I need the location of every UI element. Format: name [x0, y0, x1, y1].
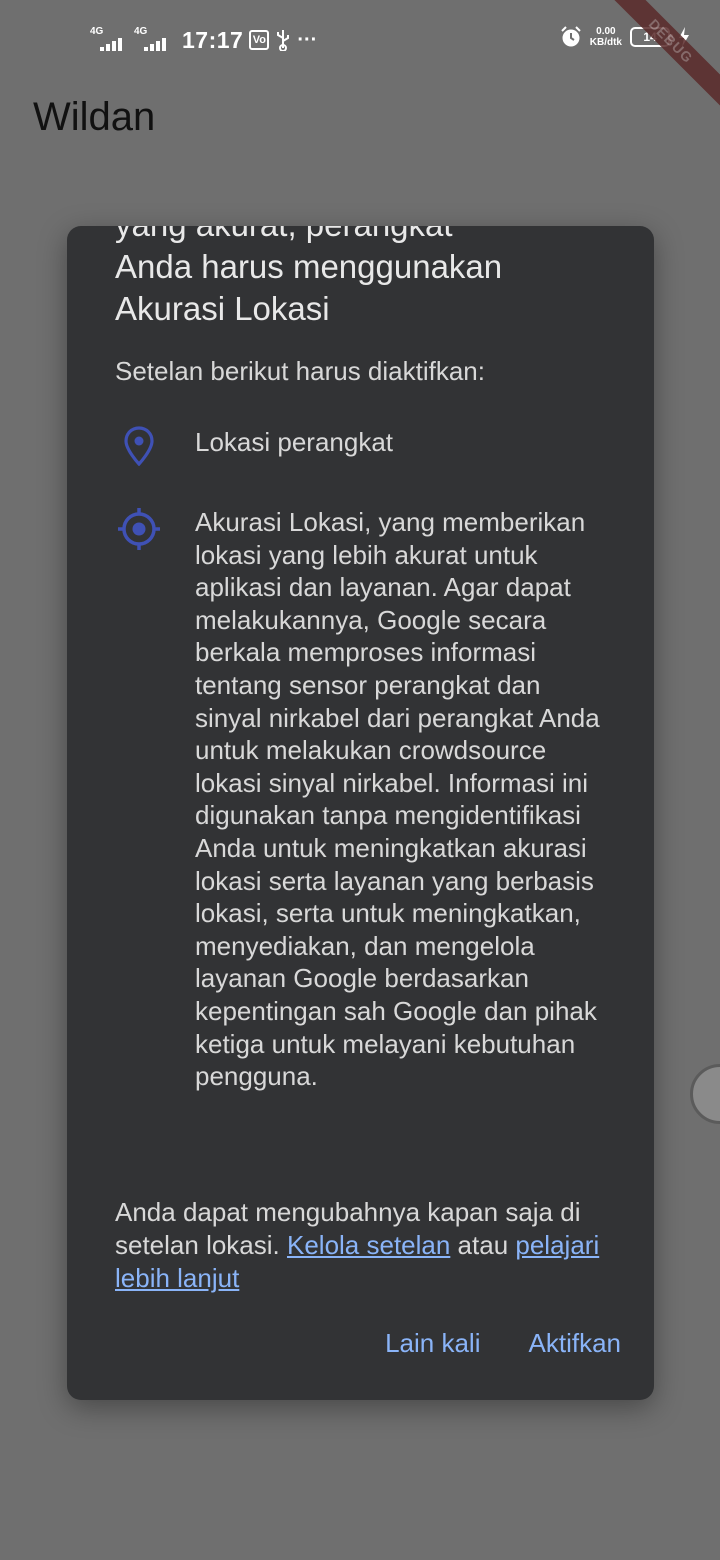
more-notifications-icon: ··· — [297, 28, 318, 51]
dialog-subtitle: Setelan berikut harus diaktifkan: — [115, 356, 485, 386]
signal-strength-2-icon: 4G — [134, 27, 172, 53]
gps-target-icon — [115, 506, 163, 554]
setting-item-label: Lokasi perangkat — [195, 427, 394, 457]
floating-assistant-bubble[interactable] — [690, 1064, 720, 1124]
dialog-actions: Lain kali Aktifkan — [385, 1328, 621, 1359]
clock: 17:17 — [182, 26, 244, 53]
status-bar: 4G 4G 17:17 Vo ··· 0.00 KB/dtk 14 — [0, 0, 720, 80]
notification-app-icon: Vo — [249, 30, 270, 50]
dialog-footer-text: Anda dapat mengubahnya kapan saja di set… — [115, 1196, 615, 1295]
network-speed-unit: KB/dtk — [589, 37, 622, 48]
network-speed: 0.00 KB/dtk — [590, 26, 622, 48]
setting-item-description: Akurasi Lokasi, yang memberikan lokasi y… — [195, 507, 600, 1092]
network-type-2: 4G — [134, 26, 148, 37]
setting-item-device-location: Lokasi perangkat — [115, 426, 393, 474]
network-speed-value: 0.00 — [596, 26, 616, 37]
footer-text-part-2: atau — [450, 1230, 516, 1260]
dialog-title-line-3: Akurasi Lokasi — [115, 290, 330, 327]
dialog-title: yang akurat, perangkat Anda harus menggu… — [115, 226, 615, 330]
app-title: Wildan — [33, 95, 156, 139]
later-button[interactable]: Lain kali — [385, 1328, 480, 1359]
setting-item-location-accuracy: Akurasi Lokasi, yang memberikan lokasi y… — [115, 506, 600, 1091]
dialog-title-line-1: yang akurat, perangkat — [115, 226, 615, 246]
location-accuracy-dialog: yang akurat, perangkat Anda harus menggu… — [67, 226, 654, 1400]
screen: 4G 4G 17:17 Vo ··· 0.00 KB/dtk 14 DEBUG … — [0, 0, 720, 1560]
dialog-title-line-2: Anda harus menggunakan — [115, 248, 503, 285]
status-bar-left: 4G 4G 17:17 Vo ··· — [90, 24, 317, 56]
network-type-1: 4G — [90, 26, 104, 37]
alarm-icon — [560, 26, 582, 48]
enable-button[interactable]: Aktifkan — [529, 1328, 622, 1359]
signal-strength-1-icon: 4G — [90, 27, 128, 53]
usb-icon — [275, 29, 291, 51]
location-pin-icon — [115, 426, 163, 474]
manage-settings-link[interactable]: Kelola setelan — [287, 1230, 450, 1260]
